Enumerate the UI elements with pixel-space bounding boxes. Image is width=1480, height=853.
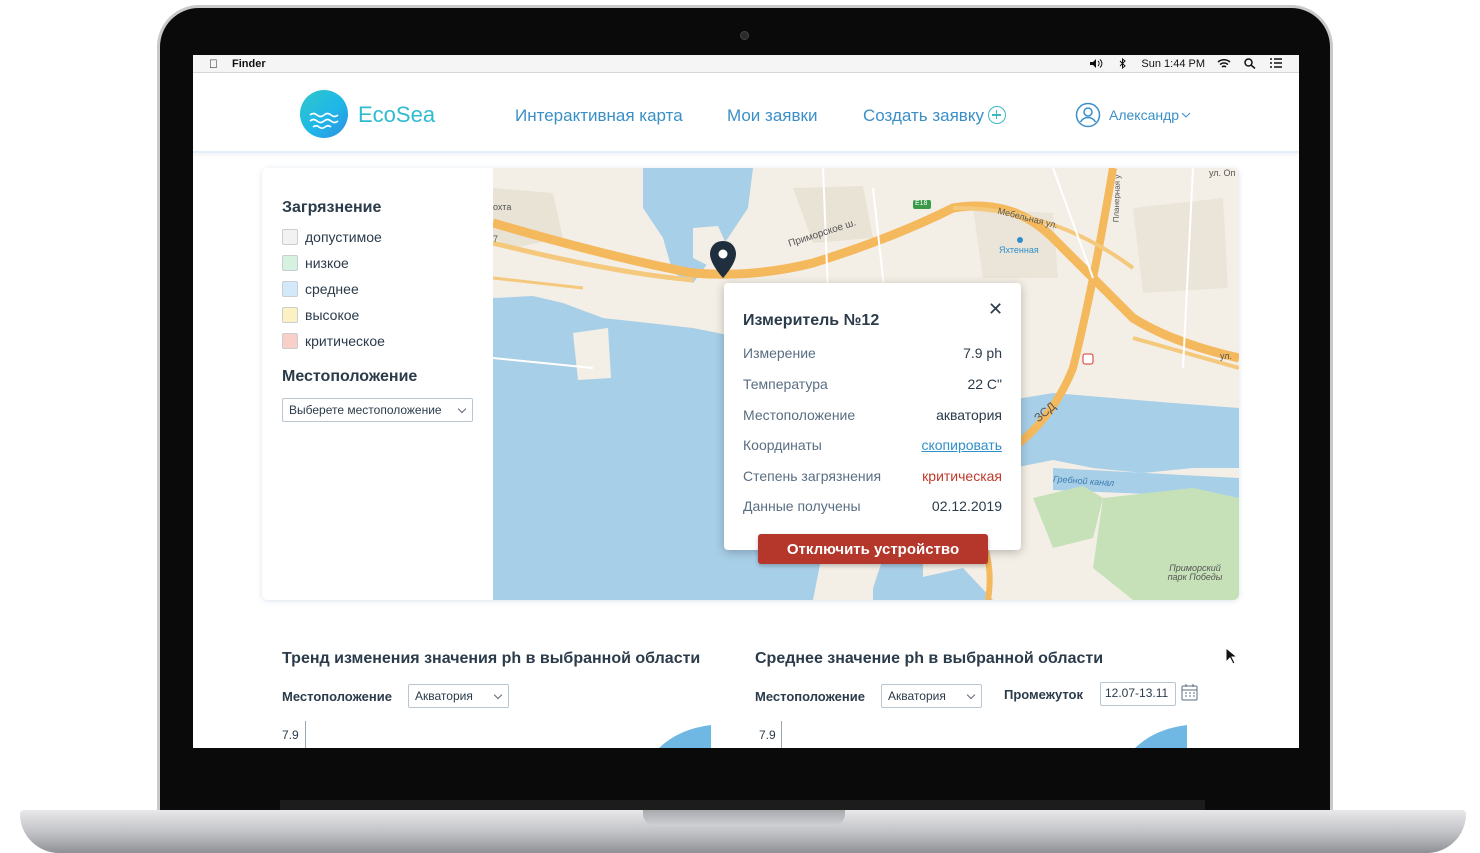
map-label-street-top: ул. Оп [1209, 168, 1236, 178]
copy-coordinates-link[interactable]: скопировать [921, 437, 1002, 453]
map-label-park: Приморский парк Победы [1167, 563, 1223, 582]
legend-swatch[interactable] [282, 281, 298, 297]
logo-icon[interactable] [300, 90, 348, 138]
legend-item-medium[interactable]: среднее [282, 281, 359, 297]
legend-label: низкое [305, 255, 349, 271]
row-value: критическая [922, 468, 1002, 484]
bluetooth-icon[interactable] [1115, 58, 1129, 69]
logo-text[interactable]: EcoSea [358, 102, 435, 128]
device-popup: Измеритель №12 ✕ Измерение 7.9 ph Темпера… [724, 283, 1021, 550]
chevron-down-icon [966, 690, 976, 700]
nav-my-requests[interactable]: Мои заявки [727, 106, 817, 126]
legend-label: высокое [305, 307, 360, 323]
camera [740, 31, 749, 40]
legend-swatch[interactable] [282, 307, 298, 323]
location-select-value: Выберете местоположение [289, 403, 442, 417]
laptop-notch [643, 810, 845, 826]
period-input[interactable]: 12.07-13.11 [1100, 682, 1176, 706]
popup-row-coordinates: Координаты скопировать [743, 437, 1002, 453]
average-y-tick: 7.9 [759, 728, 776, 742]
disable-device-button[interactable]: Отключить устройство [758, 534, 988, 564]
row-key: Измерение [743, 345, 816, 361]
wifi-icon[interactable] [1217, 58, 1231, 69]
app-header: EcoSea Интерактивная карта Мои заявки Со… [193, 73, 1299, 153]
map-label-station: Яхтенная [999, 245, 1039, 255]
location-title: Местоположение [282, 368, 418, 385]
trend-location-value: Акватория [415, 689, 473, 703]
trend-y-axis [305, 721, 306, 748]
nav-create-request-label: Создать заявку [863, 106, 984, 125]
chevron-down-icon [457, 404, 467, 414]
trend-location-label: Местоположение [282, 689, 392, 704]
legend-label: допустимое [305, 229, 382, 245]
trend-chart-title: Тренд изменения значения ph в выбранной … [282, 650, 701, 667]
spotlight-search-icon[interactable] [1243, 58, 1257, 69]
filter-panel: Загрязнение допустимое низкое среднее вы… [262, 168, 493, 600]
row-key: Координаты [743, 437, 822, 453]
map-card: Загрязнение допустимое низкое среднее вы… [262, 168, 1239, 600]
popup-title: Измеритель №12 [743, 312, 880, 329]
popup-row-temperature: Температура 22 С" [743, 376, 1002, 392]
average-location-label: Местоположение [755, 689, 865, 704]
popup-row-measurement: Измерение 7.9 ph [743, 345, 1002, 361]
trend-y-tick: 7.9 [282, 728, 299, 742]
average-y-axis [781, 721, 782, 748]
popup-row-location: Местоположение акватория [743, 407, 1002, 423]
legend-item-low[interactable]: низкое [282, 255, 349, 271]
close-icon[interactable]: ✕ [988, 299, 1003, 320]
average-location-value: Акватория [888, 689, 946, 703]
legend-item-acceptable[interactable]: допустимое [282, 229, 382, 245]
row-key: Степень загрязнения [743, 468, 882, 484]
mouse-cursor-icon [1225, 647, 1237, 665]
user-name: Александр [1109, 107, 1180, 123]
legend-swatch[interactable] [282, 333, 298, 349]
user-avatar-icon [1075, 102, 1101, 128]
legend-item-critical[interactable]: критическое [282, 333, 385, 349]
laptop-hinge [280, 800, 1205, 810]
average-chart-title: Среднее значение ph в выбранной области [755, 650, 1104, 667]
nav-create-request[interactable]: Создать заявку [863, 106, 1006, 126]
row-key: Местоположение [743, 407, 856, 423]
row-value: 7.9 ph [963, 345, 1002, 361]
map-label-left-1: охта [493, 202, 512, 212]
legend-label: среднее [305, 281, 359, 297]
mac-menubar:  Finder Sun 1:44 PM [193, 55, 1299, 73]
nav-interactive-map[interactable]: Интерактивная карта [515, 106, 683, 126]
row-key: Температура [743, 376, 828, 392]
popup-row-received: Данные получены 02.12.2019 [743, 498, 1002, 514]
trend-chart-area [659, 725, 711, 748]
chevron-down-icon [1181, 112, 1191, 118]
user-menu[interactable]: Александр [1075, 102, 1191, 128]
pollution-title: Загрязнение [282, 199, 382, 216]
popup-row-pollution: Степень загрязнения критическая [743, 468, 1002, 484]
trend-location-select[interactable]: Акватория [408, 684, 509, 708]
legend-item-high[interactable]: высокое [282, 307, 359, 323]
map-label-left-2: 7 [493, 234, 499, 244]
notification-center-icon[interactable] [1269, 58, 1283, 69]
legend-swatch[interactable] [282, 255, 298, 271]
row-value: акватория [936, 407, 1002, 423]
screen:  Finder Sun 1:44 PM EcoSea Интерактивна… [193, 55, 1299, 748]
legend-swatch[interactable] [282, 229, 298, 245]
average-chart-area [1135, 725, 1187, 748]
menubar-clock[interactable]: Sun 1:44 PM [1141, 58, 1205, 70]
row-value: 02.12.2019 [931, 498, 1002, 514]
location-select[interactable]: Выберете местоположение [282, 398, 473, 422]
row-value: 22 С" [967, 376, 1002, 392]
average-location-select[interactable]: Акватория [881, 684, 982, 708]
map-label-street-right: ул. [1220, 351, 1233, 361]
map-label-e18: E18 [915, 200, 928, 207]
chevron-down-icon [493, 690, 503, 700]
volume-icon[interactable] [1089, 58, 1103, 69]
plus-circle-icon [987, 106, 1006, 124]
menubar-app-name[interactable]: Finder [232, 58, 266, 70]
calendar-icon[interactable] [1181, 684, 1198, 701]
period-label: Промежуток [1004, 687, 1083, 702]
row-key: Данные получены [743, 498, 861, 514]
legend-label: критическое [305, 333, 385, 349]
apple-icon[interactable]:  [209, 57, 218, 71]
map-label-street-vertical: Планерная у [1111, 174, 1123, 223]
